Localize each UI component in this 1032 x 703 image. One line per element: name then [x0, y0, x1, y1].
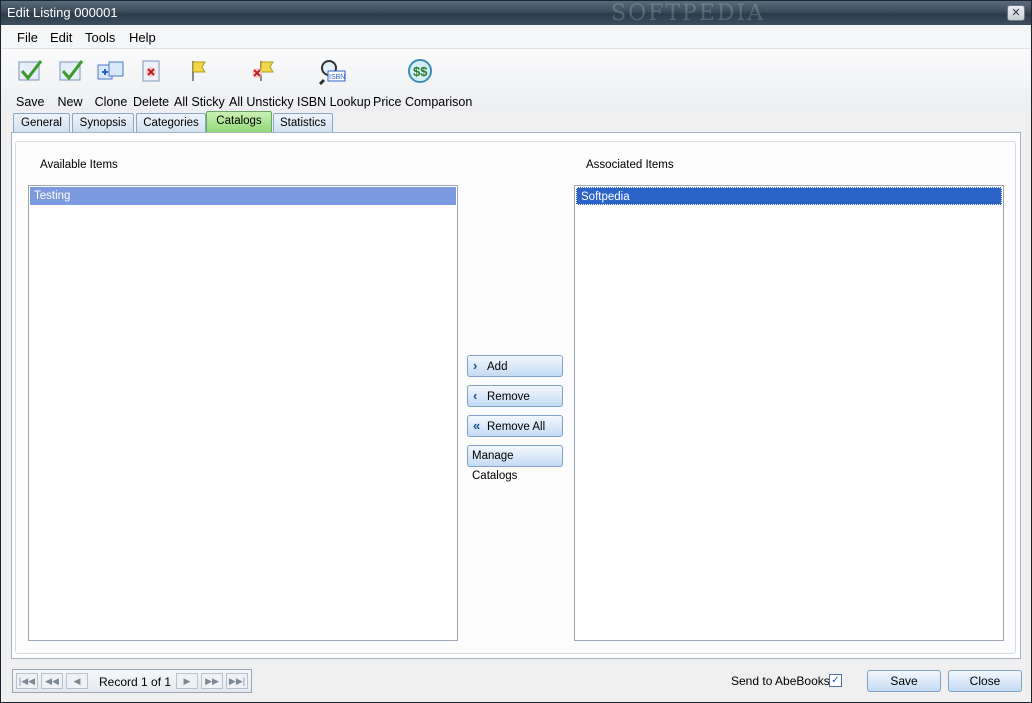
menu-bar: File Edit Tools Help — [2, 25, 1030, 49]
price-comparison-toolbar-label: Price Comparison — [373, 95, 473, 109]
available-items-label: Available Items — [40, 159, 118, 171]
footer-save-button[interactable]: Save — [867, 670, 941, 692]
clone-icon — [97, 61, 124, 80]
price-comparison-icon: $$ — [408, 59, 432, 83]
catalogs-tab-panel: Available Items Testing Associated Items… — [11, 132, 1021, 659]
catalogs-group: Available Items Testing Associated Items… — [15, 141, 1016, 654]
watermark-logo: SOFTPEDIA — [611, 1, 766, 26]
menu-help[interactable]: Help — [129, 30, 156, 45]
clone-toolbar-label: Clone — [94, 95, 128, 109]
associated-items-label: Associated Items — [586, 159, 674, 171]
remove-button[interactable]: ‹ Remove — [467, 385, 563, 407]
add-button-label: Add — [487, 361, 508, 373]
status-bar: |◀◀ ◀◀ ◀ Record 1 of 1 ▶ ▶▶ ▶▶| Send to … — [2, 661, 1030, 702]
tab-general[interactable]: General — [13, 113, 70, 133]
tab-categories[interactable]: Categories — [136, 113, 206, 133]
save-toolbar-label: Save — [16, 95, 45, 109]
record-counter: Record 1 of 1 — [99, 675, 172, 689]
manage-catalogs-button[interactable]: Manage Catalogs — [467, 445, 563, 482]
new-toolbar-button[interactable]: New — [57, 55, 84, 109]
menu-file[interactable]: File — [17, 30, 38, 45]
isbn-lookup-toolbar-label: ISBN Lookup — [297, 95, 371, 109]
save-check-icon — [18, 60, 43, 81]
previous-page-icon[interactable]: ◀◀ — [41, 673, 63, 689]
next-page-icon[interactable]: ▶▶ — [201, 673, 223, 689]
footer-close-button[interactable]: Close — [948, 670, 1022, 692]
record-navigator: |◀◀ ◀◀ ◀ Record 1 of 1 ▶ ▶▶ ▶▶| — [12, 669, 252, 693]
isbn-magnifier-icon: ISBN — [318, 60, 346, 85]
menu-tools[interactable]: Tools — [85, 30, 115, 45]
tab-statistics[interactable]: Statistics — [273, 113, 333, 133]
tab-catalogs[interactable]: Catalogs — [206, 111, 272, 133]
remove-all-button-label: Remove All — [487, 421, 546, 433]
double-chevron-left-icon: « — [473, 418, 481, 433]
remove-all-button[interactable]: « Remove All — [467, 415, 563, 437]
all-unsticky-toolbar-button[interactable]: All Unsticky — [229, 55, 294, 109]
chevron-right-icon: › — [473, 358, 478, 373]
associated-item-softpedia[interactable]: Softpedia — [576, 187, 1002, 205]
associated-items-list[interactable]: Softpedia — [574, 185, 1004, 641]
window-close-button[interactable]: ✕ — [1007, 5, 1025, 21]
window-title: Edit Listing 000001 — [7, 5, 118, 20]
delete-toolbar-button[interactable]: Delete — [133, 55, 169, 109]
edit-listing-window: Edit Listing 000001 SOFTPEDIA ✕ File Edi… — [0, 0, 1032, 703]
svg-text:$$: $$ — [413, 64, 428, 79]
available-item-testing[interactable]: Testing — [30, 187, 456, 205]
delete-icon — [142, 60, 160, 82]
chevron-left-icon: ‹ — [473, 388, 478, 403]
isbn-lookup-toolbar-button[interactable]: ISBN ISBN Lookup — [297, 55, 371, 109]
add-button[interactable]: › Add — [467, 355, 563, 377]
send-to-abebooks-label: Send to AbeBooks: — [731, 674, 834, 688]
tab-synopsis[interactable]: Synopsis — [72, 113, 134, 133]
flag-icon — [192, 61, 206, 81]
first-record-icon[interactable]: |◀◀ — [16, 673, 38, 689]
clone-toolbar-button[interactable]: Clone — [94, 55, 128, 109]
delete-toolbar-label: Delete — [133, 95, 170, 109]
new-toolbar-label: New — [57, 95, 83, 109]
new-check-icon — [59, 60, 84, 81]
svg-text:ISBN: ISBN — [329, 74, 345, 81]
all-sticky-toolbar-button[interactable]: All Sticky — [174, 55, 225, 109]
all-unsticky-toolbar-label: All Unsticky — [229, 95, 294, 109]
save-toolbar-button[interactable]: Save — [16, 55, 45, 109]
available-items-list[interactable]: Testing — [28, 185, 458, 641]
price-comparison-toolbar-button[interactable]: $$ Price Comparison — [373, 55, 473, 109]
unsticky-icon — [251, 61, 274, 81]
all-sticky-toolbar-label: All Sticky — [174, 95, 225, 109]
menu-edit[interactable]: Edit — [50, 30, 72, 45]
last-record-icon[interactable]: ▶▶| — [226, 673, 248, 689]
send-to-abebooks-checkbox[interactable]: ✓ — [829, 674, 842, 687]
toolbar: Save New Clone Delete All Sticky All Uns… — [2, 49, 1030, 111]
next-record-icon[interactable]: ▶ — [176, 673, 198, 689]
previous-record-icon[interactable]: ◀ — [66, 673, 88, 689]
title-bar[interactable]: Edit Listing 000001 SOFTPEDIA ✕ — [1, 1, 1031, 26]
remove-button-label: Remove — [487, 391, 530, 403]
